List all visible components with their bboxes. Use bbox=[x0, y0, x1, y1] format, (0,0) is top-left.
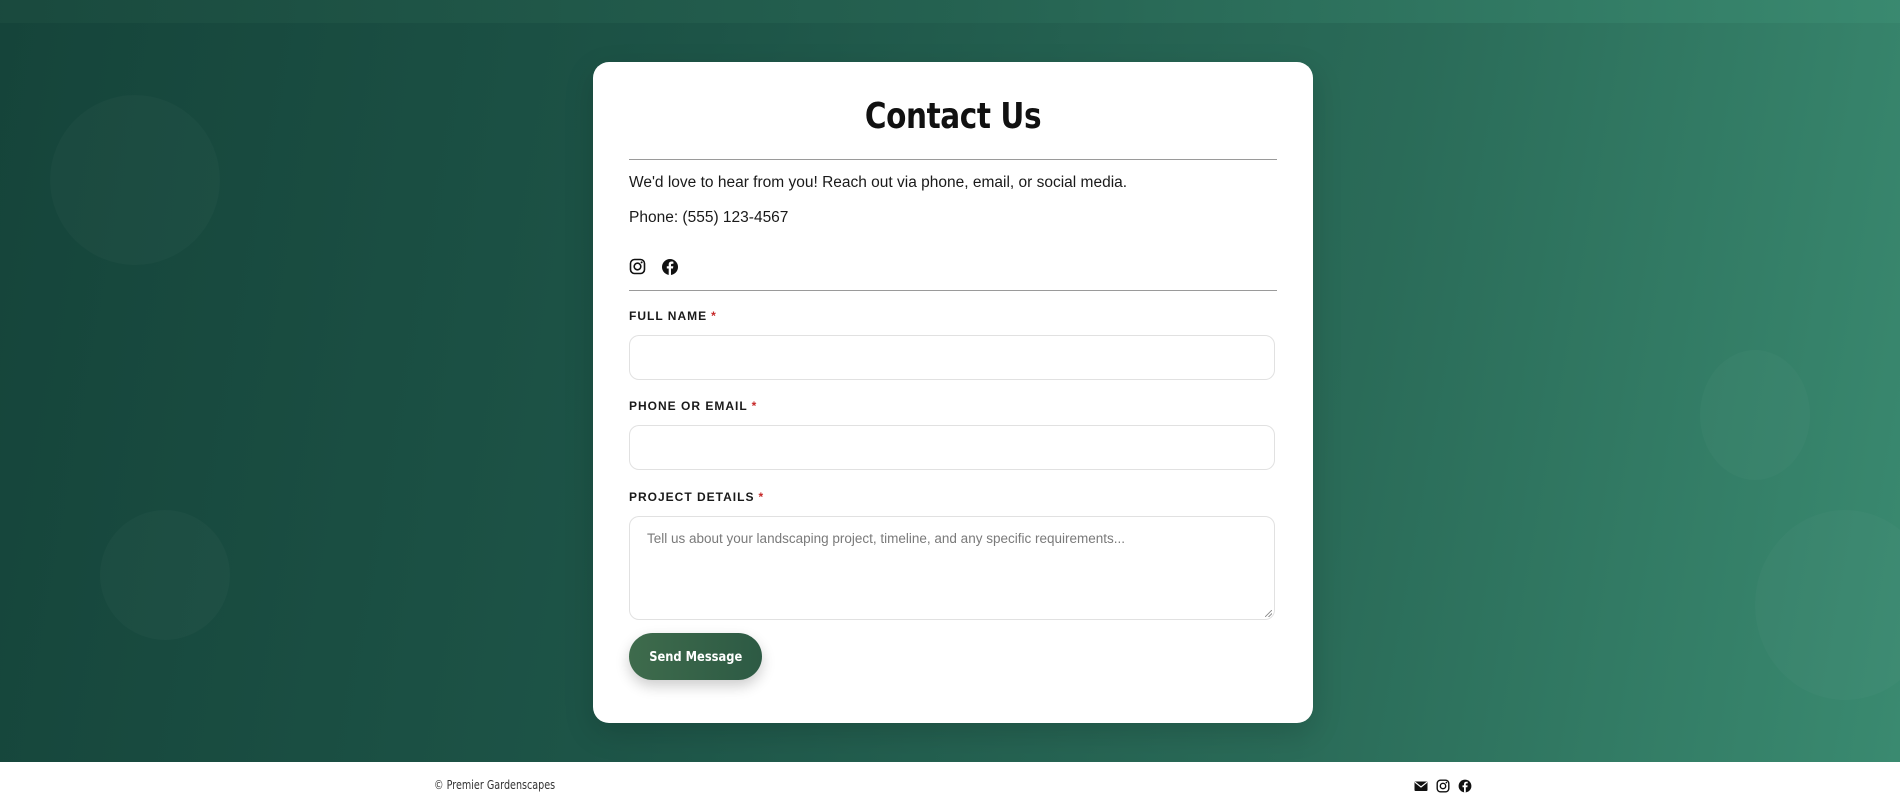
project-details-label-text: PROJECT DETAILS bbox=[629, 490, 755, 504]
divider bbox=[629, 290, 1277, 291]
divider bbox=[629, 159, 1277, 160]
intro-text: We'd love to hear from you! Reach out vi… bbox=[629, 174, 1128, 191]
facebook-icon[interactable] bbox=[1458, 779, 1472, 793]
contact-card: Contact Us We'd love to hear from you! R… bbox=[593, 62, 1313, 723]
required-mark: * bbox=[758, 490, 765, 504]
phone-text: Phone: (555) 123-4567 bbox=[629, 209, 789, 226]
footer: © Premier Gardenscapes bbox=[0, 762, 1900, 806]
project-details-textarea[interactable]: Tell us about your landscaping project, … bbox=[629, 516, 1275, 620]
decorative-bubble bbox=[50, 95, 220, 265]
copyright-text: © Premier Gardenscapes bbox=[434, 778, 556, 792]
facebook-icon[interactable] bbox=[661, 258, 679, 276]
send-message-button[interactable]: Send Message bbox=[629, 633, 762, 680]
hero-background: Contact Us We'd love to hear from you! R… bbox=[0, 0, 1900, 762]
phone-email-label-text: PHONE OR EMAIL bbox=[629, 399, 748, 413]
full-name-field[interactable] bbox=[629, 335, 1275, 380]
project-details-label: PROJECT DETAILS * bbox=[629, 490, 764, 504]
full-name-label-text: FULL NAME bbox=[629, 309, 708, 323]
decorative-bubble bbox=[1755, 510, 1900, 700]
page-title: Contact Us bbox=[864, 96, 1042, 137]
send-message-label: Send Message bbox=[648, 648, 743, 665]
project-details-placeholder: Tell us about your landscaping project, … bbox=[647, 531, 1126, 546]
required-mark: * bbox=[711, 309, 717, 323]
instagram-icon[interactable] bbox=[629, 258, 647, 276]
full-name-label: FULL NAME * bbox=[629, 309, 717, 323]
instagram-icon[interactable] bbox=[1436, 779, 1450, 793]
social-links bbox=[629, 258, 679, 276]
decorative-bubble bbox=[100, 510, 230, 640]
top-bar bbox=[0, 0, 1900, 23]
phone-email-label: PHONE OR EMAIL * bbox=[629, 399, 757, 413]
resize-handle[interactable] bbox=[1265, 610, 1272, 617]
mail-icon[interactable] bbox=[1414, 779, 1428, 793]
required-mark: * bbox=[751, 399, 758, 413]
phone-email-field[interactable] bbox=[629, 425, 1275, 470]
footer-social-links bbox=[1414, 779, 1472, 793]
page: Contact Us We'd love to hear from you! R… bbox=[0, 0, 1900, 806]
decorative-bubble bbox=[1700, 350, 1810, 480]
